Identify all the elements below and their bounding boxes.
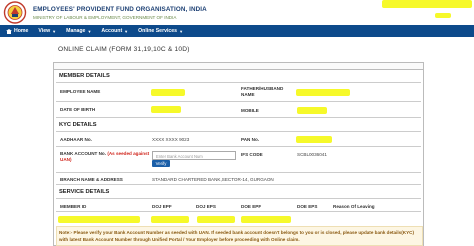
- ifsc-value: SCBL0036041: [297, 152, 327, 157]
- date-of-birth-label: DATE OF BIRTH: [60, 107, 96, 112]
- divider: [56, 101, 421, 102]
- redaction-highlight: [151, 89, 185, 96]
- nav-view[interactable]: View ▼: [38, 28, 56, 34]
- col-member-id: MEMBER ID: [60, 204, 87, 209]
- epfo-logo-icon: [3, 1, 27, 24]
- nav-online-services[interactable]: Online Services ▼: [138, 28, 183, 34]
- home-icon: [6, 28, 12, 34]
- father-husband-name-label: FATHER/HUSBAND NAME: [241, 86, 284, 97]
- col-doj-epf: DOJ EPF: [152, 204, 172, 209]
- col-doe-eps: DOE EPS: [297, 204, 318, 209]
- branch-value: STANDARD CHARTERED BANK,SECTOR-14, GURGA…: [152, 177, 274, 182]
- pan-label: PAN No.: [241, 137, 260, 142]
- aadhaar-label: AADHAAR No.: [60, 137, 92, 142]
- bank-account-input[interactable]: Enter Bank Account Num: [152, 151, 236, 160]
- employee-name-label: EMPLOYEE NAME: [60, 89, 101, 94]
- divider: [56, 82, 421, 83]
- branch-label: BRANCH NAME & ADDRESS: [60, 177, 123, 182]
- caret-down-icon: ▼: [179, 28, 184, 34]
- kyc-details-heading: KYC DETAILS: [59, 122, 97, 128]
- caret-down-icon: ▼: [52, 28, 57, 34]
- nav-manage[interactable]: Manage ▼: [66, 28, 91, 34]
- redaction-highlight: [58, 216, 140, 223]
- caret-down-icon: ▼: [87, 28, 92, 34]
- bank-account-label: BANK ACCOUNT No. (As seeded against UAN): [60, 151, 150, 162]
- nav-home[interactable]: Home: [6, 28, 28, 34]
- divider: [56, 198, 421, 199]
- nav-account[interactable]: Account ▼: [101, 28, 128, 34]
- divider: [56, 117, 421, 118]
- page-title: ONLINE CLAIM (FORM 31,19,10C & 10D): [58, 46, 190, 53]
- notice-text: Note:- Please verify your Bank Account N…: [59, 230, 414, 242]
- caret-down-icon: ▼: [124, 28, 129, 34]
- redaction-highlight: [435, 13, 451, 18]
- col-reason-of-leaving: Reason Of Leaving: [333, 204, 375, 209]
- org-subtitle: MINISTRY OF LABOUR & EMPLOYMENT, GOVERNM…: [33, 15, 177, 20]
- redaction-highlight: [296, 136, 332, 143]
- divider: [56, 172, 421, 173]
- site-header: EMPLOYEES' PROVIDENT FUND ORGANISATION, …: [0, 0, 474, 25]
- redaction-highlight: [151, 216, 189, 223]
- service-details-heading: SERVICE DETAILS: [59, 189, 110, 195]
- redaction-highlight: [297, 107, 327, 114]
- redaction-highlight: [382, 0, 472, 8]
- aadhaar-value: XXXX XXXX 9023: [152, 137, 190, 142]
- main-nav: Home View ▼ Manage ▼ Account ▼ Online Se…: [0, 25, 474, 37]
- ifsc-label: IFS CODE: [241, 152, 263, 157]
- redaction-highlight: [296, 89, 350, 96]
- org-title: EMPLOYEES' PROVIDENT FUND ORGANISATION, …: [33, 6, 207, 13]
- redaction-highlight: [241, 216, 291, 223]
- mobile-label: MOBILE: [241, 108, 259, 113]
- col-doj-eps: DOJ EPS: [196, 204, 216, 209]
- divider: [56, 131, 421, 132]
- member-details-heading: MEMBER DETAILS: [59, 73, 110, 79]
- divider: [56, 184, 421, 185]
- verify-button[interactable]: Verify: [152, 160, 170, 167]
- redaction-highlight: [197, 216, 235, 223]
- form-top-strip: [53, 62, 424, 70]
- redaction-highlight: [151, 106, 181, 113]
- divider: [56, 211, 421, 212]
- col-doe-epf: DOE EPF: [241, 204, 262, 209]
- divider: [56, 146, 421, 147]
